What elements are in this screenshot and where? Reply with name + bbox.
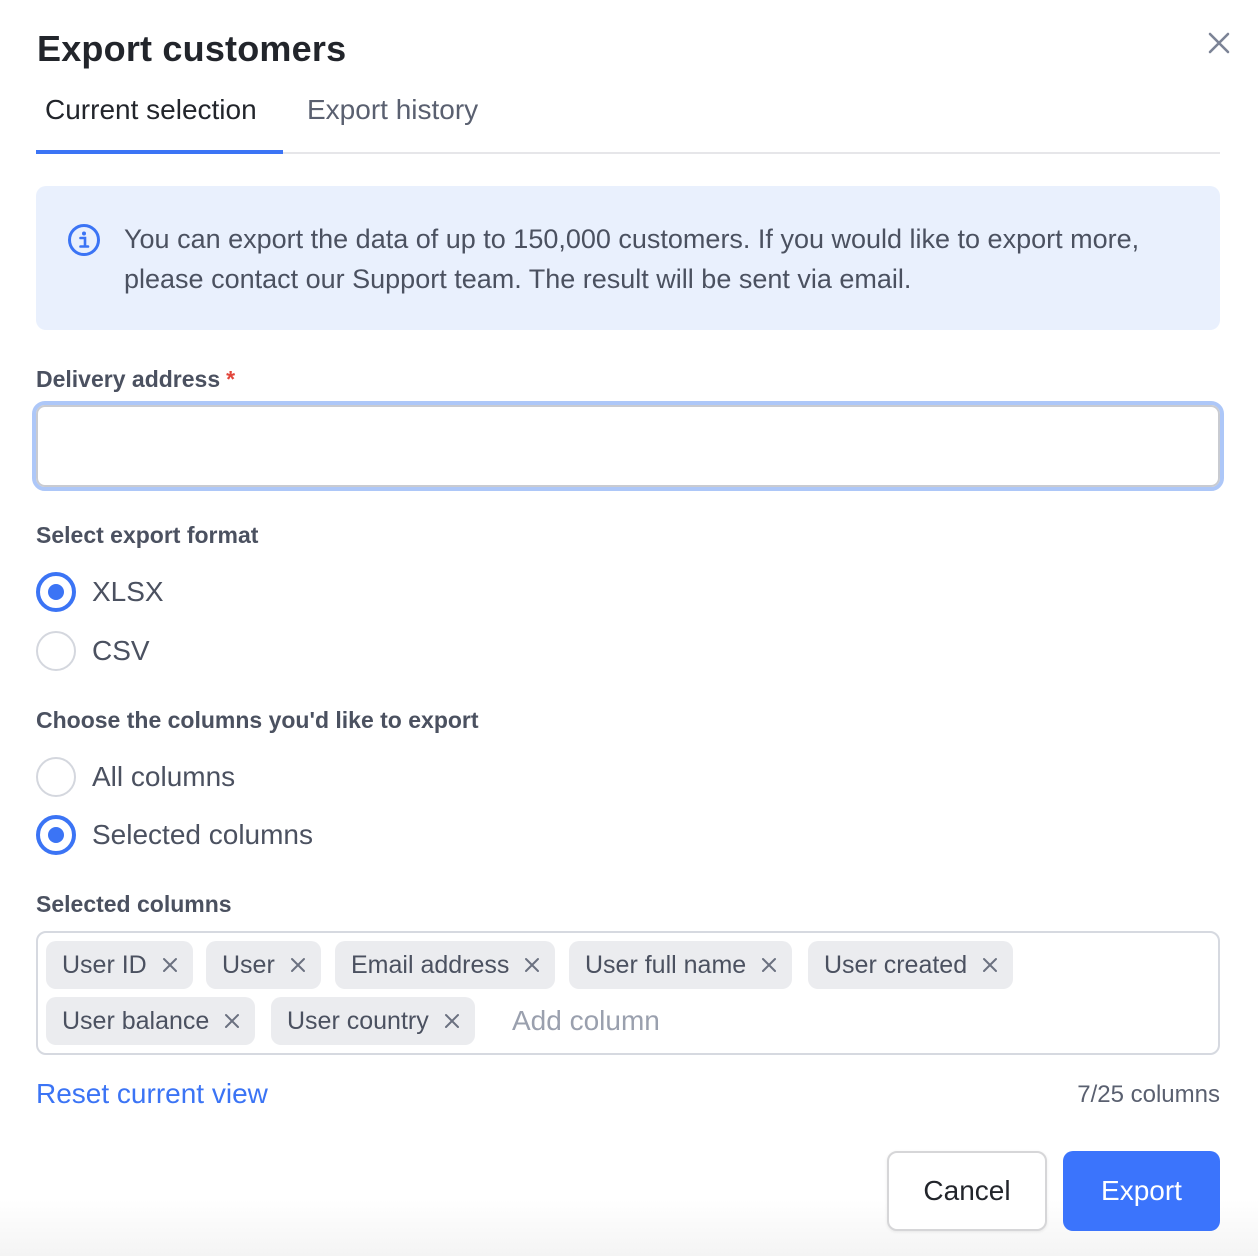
- column-chip: User: [206, 941, 321, 989]
- radio-label-all-columns: All columns: [92, 761, 236, 792]
- dialog-title: Export customers: [37, 28, 347, 69]
- column-chip: Email address: [335, 941, 556, 989]
- radio-button-unchecked[interactable]: [36, 757, 76, 797]
- delivery-address-label-text: Delivery address: [36, 366, 221, 392]
- delivery-address-field-wrapper: [32, 401, 1224, 491]
- delivery-address-input[interactable]: [36, 405, 1220, 487]
- chip-label: User balance: [62, 1006, 210, 1035]
- tab-export-history[interactable]: Export history: [298, 94, 487, 152]
- delivery-address-label: Delivery address *: [36, 366, 235, 393]
- chip-label: User ID: [62, 950, 147, 979]
- chip-label: User full name: [585, 950, 747, 979]
- column-chip: User created: [808, 941, 1014, 989]
- export-customers-dialog: Export customers Current selection Expor…: [0, 0, 1258, 1256]
- remove-chip-icon[interactable]: [161, 956, 179, 974]
- column-chip: User balance: [46, 997, 256, 1045]
- remove-chip-icon[interactable]: [223, 1012, 241, 1030]
- add-column-input[interactable]: [512, 1005, 912, 1037]
- cancel-button[interactable]: Cancel: [887, 1151, 1047, 1231]
- radio-label-csv: CSV: [92, 635, 150, 666]
- remove-chip-icon[interactable]: [981, 956, 999, 974]
- export-format-label: Select export format: [36, 522, 259, 548]
- chip-label: User: [222, 950, 275, 979]
- info-text: You can export the data of up to 150,000…: [124, 224, 1140, 294]
- remove-chip-icon[interactable]: [760, 956, 778, 974]
- radio-all-columns[interactable]: All columns: [36, 757, 235, 797]
- close-button[interactable]: [1204, 28, 1234, 58]
- chip-label: Email address: [351, 950, 510, 979]
- chip-label: User created: [824, 950, 968, 979]
- tab-current-selection[interactable]: Current selection: [36, 94, 283, 154]
- column-chip: User ID: [46, 941, 193, 989]
- selected-columns-multiselect[interactable]: User ID User Email address User full nam…: [36, 931, 1220, 1055]
- info-banner: You can export the data of up to 150,000…: [36, 186, 1220, 330]
- radio-csv[interactable]: CSV: [36, 631, 150, 671]
- chip-label: User country: [287, 1006, 429, 1035]
- remove-chip-icon[interactable]: [443, 1012, 461, 1030]
- close-icon: [1208, 32, 1230, 54]
- remove-chip-icon[interactable]: [523, 956, 541, 974]
- radio-xlsx[interactable]: XLSX: [36, 572, 164, 612]
- remove-chip-icon[interactable]: [289, 956, 307, 974]
- column-chip: User full name: [569, 941, 793, 989]
- tab-bar: Current selection Export history: [36, 84, 1220, 154]
- radio-button-unchecked[interactable]: [36, 631, 76, 671]
- radio-button-checked[interactable]: [36, 815, 76, 855]
- reset-current-view-link[interactable]: Reset current view: [36, 1078, 268, 1110]
- export-button[interactable]: Export: [1063, 1151, 1220, 1231]
- info-icon: [68, 224, 100, 256]
- selected-columns-label: Selected columns: [36, 891, 232, 917]
- columns-choice-label: Choose the columns you'd like to export: [36, 707, 479, 733]
- required-marker: *: [226, 366, 236, 392]
- column-chip: User country: [271, 997, 475, 1045]
- column-count: 7/25 columns: [1077, 1081, 1220, 1108]
- radio-button-checked[interactable]: [36, 572, 76, 612]
- radio-label-xlsx: XLSX: [92, 576, 164, 607]
- radio-label-selected-columns: Selected columns: [92, 819, 314, 850]
- radio-selected-columns[interactable]: Selected columns: [36, 815, 313, 855]
